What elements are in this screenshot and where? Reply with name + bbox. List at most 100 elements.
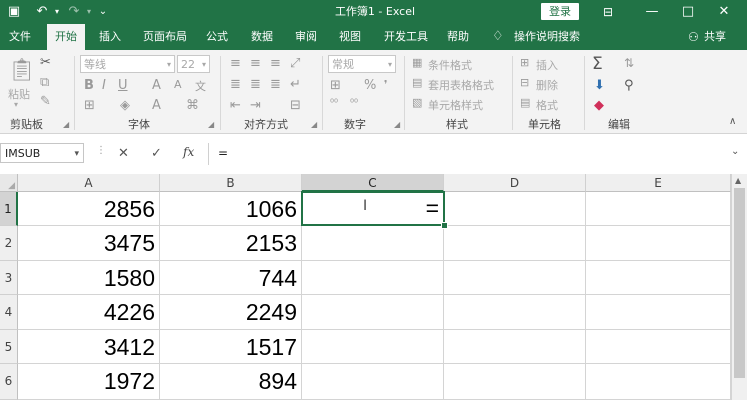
cell-d2[interactable]: [444, 226, 586, 261]
font-name-select[interactable]: 等线 ▾: [80, 55, 175, 73]
borders-icon[interactable]: ⊞: [84, 98, 95, 113]
tab-developer[interactable]: 开发工具: [381, 24, 431, 50]
tab-data[interactable]: 数据: [248, 24, 276, 50]
italic-icon[interactable]: I: [102, 78, 106, 93]
cell-e3[interactable]: [586, 261, 731, 295]
tab-file[interactable]: 文件: [6, 24, 34, 50]
cell-b6[interactable]: 894: [160, 364, 302, 400]
wrap-text-icon[interactable]: ↵: [290, 77, 301, 92]
cell-d3[interactable]: [444, 261, 586, 295]
fill-icon[interactable]: ⬇: [594, 78, 605, 93]
minimize-icon[interactable]: —: [644, 0, 660, 24]
format-as-table-button[interactable]: 套用表格格式: [428, 77, 494, 93]
align-top-icon[interactable]: ≡: [230, 56, 241, 71]
name-box[interactable]: IMSUB ▾: [0, 143, 84, 163]
close-icon[interactable]: ✕: [716, 0, 732, 24]
comma-style-icon[interactable]: ❜: [384, 78, 388, 91]
cell-c3[interactable]: [302, 261, 444, 295]
paste-dropdown-icon[interactable]: ▾: [14, 100, 18, 109]
fill-handle[interactable]: [441, 222, 448, 229]
format-cells-button[interactable]: 格式: [536, 97, 558, 113]
cell-d6[interactable]: [444, 364, 586, 400]
active-cell-c1[interactable]: =: [301, 191, 445, 226]
row-header-2[interactable]: 2: [0, 226, 18, 261]
row-header-5[interactable]: 5: [0, 330, 18, 364]
text-style-icon[interactable]: ⌘: [186, 98, 199, 113]
undo-dropdown-icon[interactable]: ▾: [52, 0, 62, 24]
tab-view[interactable]: 视图: [336, 24, 364, 50]
formula-input[interactable]: =: [218, 146, 228, 160]
autosum-icon[interactable]: Σ: [592, 54, 603, 74]
align-bottom-icon[interactable]: ≡: [270, 56, 281, 71]
tell-me-search[interactable]: 操作说明搜索: [514, 24, 580, 50]
cell-c4[interactable]: [302, 295, 444, 330]
ribbon-display-options-icon[interactable]: ⊟: [600, 0, 616, 24]
decrease-indent-icon[interactable]: ⇤: [230, 98, 241, 113]
cell-a5[interactable]: 3412: [18, 330, 160, 364]
number-launcher-icon[interactable]: ◢: [394, 120, 400, 129]
column-header-d[interactable]: D: [444, 174, 586, 192]
select-all-button[interactable]: ◢: [0, 174, 18, 192]
delete-cells-button[interactable]: 删除: [536, 77, 558, 93]
sort-filter-icon[interactable]: ⇅: [624, 56, 634, 70]
cell-b5[interactable]: 1517: [160, 330, 302, 364]
cell-a3[interactable]: 1580: [18, 261, 160, 295]
find-select-icon[interactable]: ⚲: [624, 78, 634, 93]
enter-icon[interactable]: ✓: [151, 146, 162, 161]
percent-icon[interactable]: %: [364, 78, 376, 93]
cell-d1[interactable]: [444, 192, 586, 226]
vertical-scrollbar[interactable]: ▲: [731, 174, 747, 400]
column-header-a[interactable]: A: [18, 174, 160, 192]
cell-e6[interactable]: [586, 364, 731, 400]
copy-icon[interactable]: ⧉: [40, 75, 49, 90]
tab-insert[interactable]: 插入: [96, 24, 124, 50]
tab-page-layout[interactable]: 页面布局: [140, 24, 190, 50]
share-button[interactable]: 共享: [704, 24, 726, 50]
format-painter-icon[interactable]: ✎: [40, 94, 51, 109]
scroll-thumb[interactable]: [734, 188, 745, 378]
align-left-icon[interactable]: ≣: [230, 77, 241, 92]
cell-a6[interactable]: 1972: [18, 364, 160, 400]
orientation-icon[interactable]: ⤢: [290, 56, 300, 71]
tab-home[interactable]: 开始: [47, 24, 85, 50]
column-header-b[interactable]: B: [160, 174, 302, 192]
cell-a1[interactable]: 2856: [18, 192, 160, 226]
increase-decimal-icon[interactable]: ⁰⁰: [330, 98, 338, 109]
collapse-ribbon-icon[interactable]: ∧: [729, 116, 736, 127]
row-header-4[interactable]: 4: [0, 295, 18, 330]
cell-a4[interactable]: 4226: [18, 295, 160, 330]
currency-icon[interactable]: ⊞: [330, 78, 341, 93]
cell-e1[interactable]: [586, 192, 731, 226]
row-header-3[interactable]: 3: [0, 261, 18, 295]
maximize-icon[interactable]: □: [680, 0, 696, 24]
redo-icon[interactable]: ↷: [66, 0, 82, 24]
scroll-up-icon[interactable]: ▲: [735, 176, 741, 185]
font-size-select[interactable]: 22 ▾: [177, 55, 210, 73]
alignment-launcher-icon[interactable]: ◢: [311, 120, 317, 129]
font-launcher-icon[interactable]: ◢: [208, 120, 214, 129]
cell-d5[interactable]: [444, 330, 586, 364]
align-right-icon[interactable]: ≣: [270, 77, 281, 92]
merge-center-icon[interactable]: ⊟: [290, 98, 301, 113]
row-header-6[interactable]: 6: [0, 364, 18, 400]
cell-e4[interactable]: [586, 295, 731, 330]
save-icon[interactable]: ▣: [6, 0, 22, 24]
login-button[interactable]: 登录: [541, 3, 579, 20]
conditional-formatting-button[interactable]: 条件格式: [428, 57, 472, 73]
bold-icon[interactable]: B: [84, 78, 94, 93]
cell-b1[interactable]: 1066: [160, 192, 302, 226]
fill-color-icon[interactable]: ◈: [120, 98, 130, 113]
redo-dropdown-icon[interactable]: ▾: [84, 0, 94, 24]
underline-icon[interactable]: U: [118, 78, 128, 93]
cut-icon[interactable]: ✂: [40, 55, 51, 70]
tab-help[interactable]: 帮助: [444, 24, 472, 50]
font-color-icon[interactable]: A: [152, 98, 161, 113]
cell-c2[interactable]: [302, 226, 444, 261]
phonetic-icon[interactable]: 文: [195, 78, 206, 94]
column-header-c[interactable]: C: [302, 174, 444, 192]
insert-cells-button[interactable]: 插入: [536, 57, 558, 73]
tab-review[interactable]: 审阅: [292, 24, 320, 50]
paste-label[interactable]: 粘贴: [8, 86, 30, 102]
cell-c6[interactable]: [302, 364, 444, 400]
cell-e5[interactable]: [586, 330, 731, 364]
